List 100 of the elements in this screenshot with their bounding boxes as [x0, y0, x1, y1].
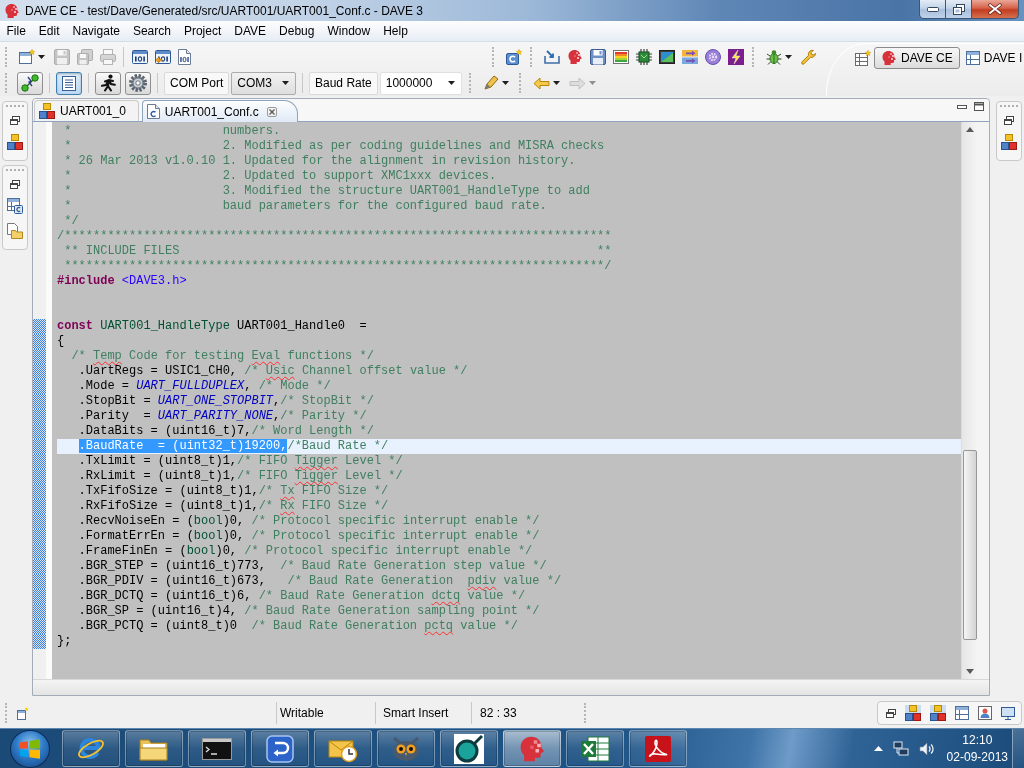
blocks-icon [39, 103, 55, 119]
scrollbar-thumb[interactable] [962, 450, 977, 640]
caret-icon[interactable] [785, 55, 792, 59]
tray-arrow-icon[interactable] [873, 746, 883, 751]
head-logo-icon[interactable] [566, 49, 583, 65]
gear-circle-icon[interactable] [704, 49, 721, 65]
table-icon[interactable] [955, 706, 969, 720]
close-button[interactable] [972, 0, 1019, 19]
chip-icon[interactable] [635, 49, 652, 65]
perspective-button[interactable]: DAVE CE [874, 47, 960, 69]
open-perspective-icon[interactable] [855, 50, 871, 66]
code-line: * baud parameters for the configured baud rate. [63, 199, 548, 214]
owl-icon [390, 735, 422, 762]
baud-rate-dropdown[interactable]: 1000000 [379, 71, 463, 95]
clock-date[interactable]: 02-09-2013 [946, 748, 1008, 766]
menu-item[interactable]: Project [177, 22, 228, 40]
caret-icon[interactable] [553, 81, 561, 85]
horizontal-scrollbar[interactable] [33, 679, 989, 695]
restore-button[interactable] [946, 0, 972, 19]
taskbar-button[interactable] [188, 730, 246, 767]
binary-document-icon[interactable] [177, 49, 191, 65]
picture-icon[interactable] [658, 50, 675, 64]
menu-item[interactable]: Debug [272, 22, 321, 40]
editor-tab[interactable]: UART001_0 [34, 100, 139, 121]
clock-time[interactable]: 12:10 [962, 731, 993, 749]
minimize-icon[interactable] [957, 105, 967, 109]
menu-item[interactable]: Navigate [66, 22, 127, 40]
menu-item[interactable]: Search [126, 22, 178, 40]
swirl-document-icon [644, 734, 672, 763]
restore-view-icon[interactable] [10, 180, 20, 189]
close-icon[interactable] [266, 106, 277, 117]
code-line: .FrameFinEn = (bool)0, /* Protocol specific interrupt enable */ [77, 544, 534, 559]
start-button[interactable] [10, 729, 50, 768]
taskbar-button[interactable] [125, 730, 183, 767]
code-line: */ [63, 214, 80, 229]
wrench-icon[interactable] [800, 49, 817, 65]
menu-item[interactable]: DAVE [227, 22, 273, 40]
maximize-icon[interactable] [974, 102, 984, 111]
window-badge-icon[interactable] [7, 198, 23, 214]
baud-rate-label: Baud Rate [309, 71, 378, 95]
code-line: .DataBits = (uint16_t)7,/* Word Length */ [77, 424, 375, 439]
caret-icon[interactable] [38, 55, 45, 59]
code-line: .TxLimit = (uint8_t)1,/* FIFO Tigger Level */ [77, 454, 404, 469]
code-line: }; [57, 634, 73, 649]
taskbar-button[interactable] [629, 730, 687, 767]
run-button[interactable] [95, 71, 121, 95]
taskbar-button[interactable] [251, 730, 309, 767]
menu-item[interactable]: Edit [32, 22, 67, 40]
person-card-icon[interactable] [978, 706, 992, 720]
color-bars-icon[interactable] [612, 50, 629, 64]
table-icon [965, 51, 980, 65]
bug-icon[interactable] [765, 49, 782, 65]
taskbar-button[interactable] [314, 730, 372, 767]
spreadsheet-icon [580, 734, 610, 763]
blocks-icon[interactable] [7, 134, 23, 150]
menu-item[interactable]: Help [376, 22, 415, 40]
new-window-icon[interactable] [18, 49, 35, 65]
monitor-icon[interactable] [1001, 706, 1015, 720]
blocks-icon[interactable] [905, 705, 921, 721]
source-file-icon [146, 104, 160, 119]
new-window-icon[interactable] [17, 706, 29, 720]
caret-icon [282, 81, 289, 85]
restore-view-icon[interactable] [1004, 116, 1014, 125]
restore-view-icon[interactable] [886, 708, 896, 718]
edit-mode-status: Writable [276, 702, 375, 724]
new-file-icon[interactable] [505, 49, 522, 65]
editor-tab[interactable]: UART001_Conf.c [141, 100, 298, 122]
code-line: .BGR_STEP = (uint16_t)773, /* Baud Rate Generation step value */ [77, 559, 548, 574]
head-logo-icon [881, 50, 897, 66]
swap-arrows-icon[interactable] [681, 50, 698, 64]
save-icon[interactable] [589, 49, 606, 65]
taskbar-button[interactable] [62, 730, 120, 767]
pen-icon[interactable] [482, 75, 499, 91]
code-line: ***************************************************************************/ [63, 259, 613, 274]
blocks-icon[interactable] [1001, 134, 1017, 150]
perspective-button[interactable]: DAVE I [962, 47, 1024, 69]
import-icon[interactable] [543, 50, 560, 64]
connect-button[interactable] [17, 71, 43, 95]
settings-button[interactable] [125, 71, 151, 95]
scroll-up-arrow-icon[interactable] [965, 127, 974, 132]
scroll-down-arrow-icon[interactable] [965, 669, 974, 674]
caret-icon [448, 81, 456, 85]
taskbar-button[interactable] [566, 730, 624, 767]
taskbar-button[interactable] [440, 730, 498, 767]
view-toggle-button[interactable] [56, 71, 82, 95]
minimize-button[interactable] [919, 0, 946, 19]
menu-item[interactable]: File [0, 22, 33, 40]
menu-item[interactable]: Window [320, 22, 377, 40]
restore-view-icon[interactable] [10, 116, 20, 125]
blocks-icon[interactable] [930, 705, 946, 721]
folder-document-icon[interactable] [7, 223, 23, 239]
com-port-dropdown[interactable]: COM3 [231, 71, 296, 95]
code-line: .FormatErrEn = (bool)0, /* Protocol specific interrupt enable */ [77, 529, 541, 544]
lightning-icon[interactable] [727, 49, 744, 65]
binary-file-icon[interactable] [131, 50, 148, 64]
volume-icon[interactable] [918, 741, 935, 756]
show-desktop-button[interactable] [1012, 729, 1024, 768]
caret-icon[interactable] [502, 81, 510, 85]
network-icon[interactable] [892, 740, 909, 757]
vertical-scrollbar[interactable] [961, 122, 977, 679]
